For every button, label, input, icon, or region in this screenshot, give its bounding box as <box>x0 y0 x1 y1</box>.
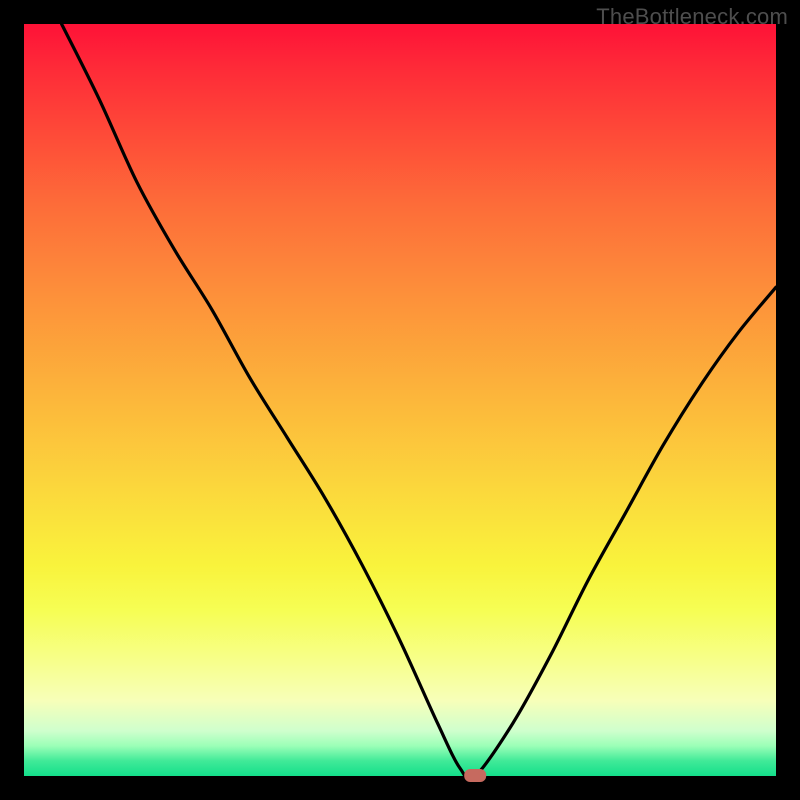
bottleneck-curve-path <box>62 24 776 779</box>
watermark-text: TheBottleneck.com <box>596 4 788 30</box>
chart-svg <box>24 24 776 776</box>
chart-area <box>24 24 776 776</box>
app-frame: TheBottleneck.com <box>0 0 800 800</box>
optimal-point-marker <box>464 769 486 782</box>
